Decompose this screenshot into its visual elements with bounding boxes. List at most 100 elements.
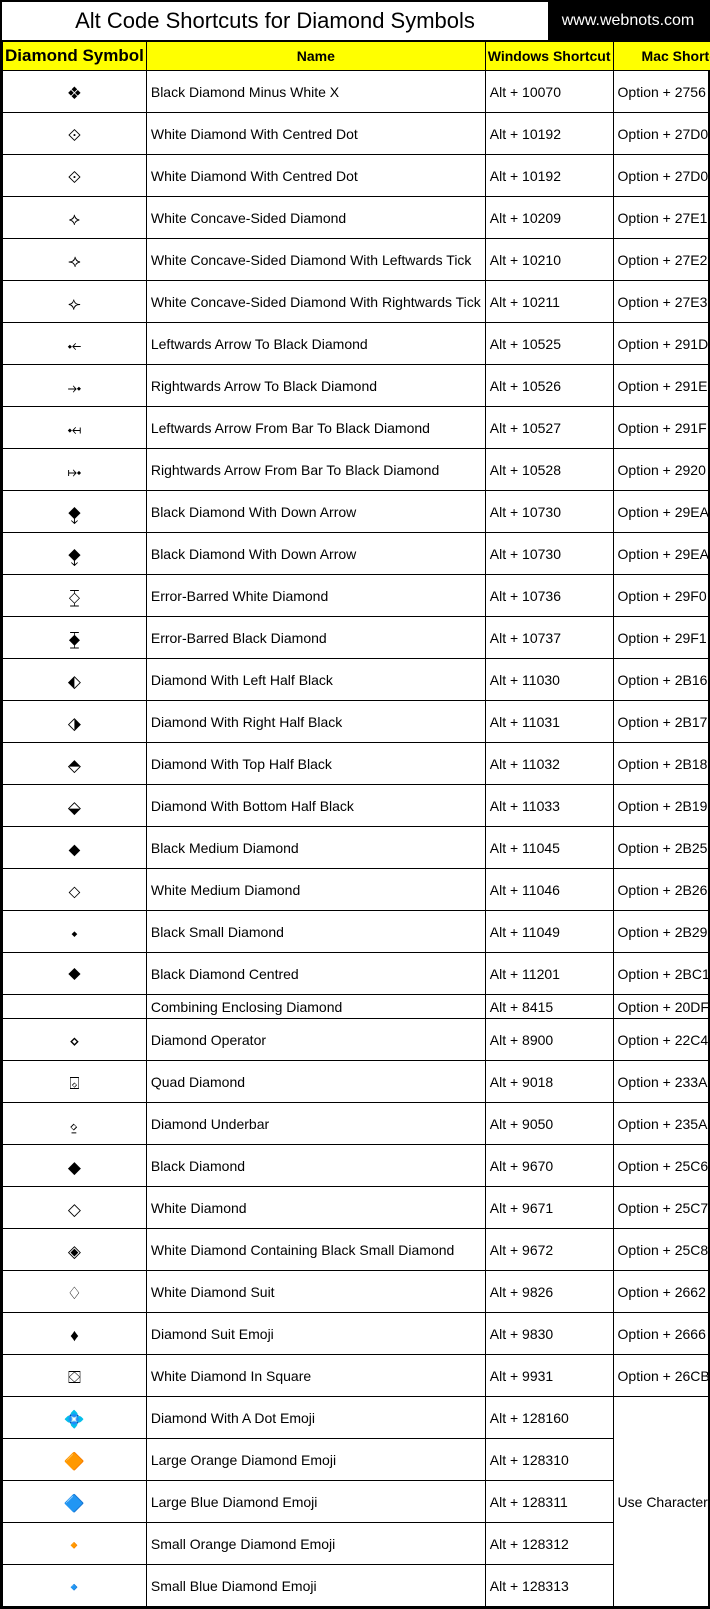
table-row: ⧰Error-Barred White DiamondAlt + 10736Op…: [3, 575, 710, 617]
cell-windows-shortcut: Alt + 10730: [485, 533, 613, 575]
cell-mac-shortcut: Option + 233A: [613, 1061, 710, 1103]
cell-symbol: 🔷: [3, 1481, 147, 1523]
cell-windows-shortcut: Alt + 9050: [485, 1103, 613, 1145]
cell-symbol: ⬖: [3, 659, 147, 701]
cell-mac-shortcut: Option + 27E3: [613, 281, 710, 323]
table-row: ⧪Black Diamond With Down ArrowAlt + 1073…: [3, 533, 710, 575]
cell-mac-shortcut: Option + 27D0: [613, 113, 710, 155]
table-row: ◈White Diamond Containing Black Small Di…: [3, 1229, 710, 1271]
site-label: www.webnots.com: [548, 2, 708, 40]
cell-name: Error-Barred White Diamond: [146, 575, 485, 617]
cell-mac-shortcut: Option + 2BC1: [613, 953, 710, 995]
cell-name: White Diamond Suit: [146, 1271, 485, 1313]
cell-symbol: ◇: [3, 1187, 147, 1229]
cell-windows-shortcut: Alt + 10192: [485, 113, 613, 155]
cell-windows-shortcut: Alt + 11049: [485, 911, 613, 953]
cell-symbol: 🔹: [3, 1565, 147, 1607]
cell-mac-shortcut: Option + 27E1: [613, 197, 710, 239]
cell-windows-shortcut: Alt + 9931: [485, 1355, 613, 1397]
cell-mac-shortcut: Option + 291E: [613, 365, 710, 407]
cell-name: White Concave-Sided Diamond: [146, 197, 485, 239]
cell-windows-shortcut: Alt + 10736: [485, 575, 613, 617]
title-bar: Alt Code Shortcuts for Diamond Symbols w…: [2, 2, 708, 41]
table-row: ⟡White Concave-Sided DiamondAlt + 10209O…: [3, 197, 710, 239]
cell-symbol: ⟡: [3, 197, 147, 239]
cell-name: Diamond With A Dot Emoji: [146, 1397, 485, 1439]
cell-name: Black Diamond: [146, 1145, 485, 1187]
page-title: Alt Code Shortcuts for Diamond Symbols: [2, 2, 548, 40]
cell-windows-shortcut: Alt + 9671: [485, 1187, 613, 1229]
cell-name: White Diamond With Centred Dot: [146, 155, 485, 197]
cell-name: Rightwards Arrow From Bar To Black Diamo…: [146, 449, 485, 491]
cell-mac-shortcut: Option + 2B29: [613, 911, 710, 953]
table-row: 🔸Small Orange Diamond EmojiAlt + 128312: [3, 1523, 710, 1565]
cell-mac-shortcut: Option + 29EA: [613, 491, 710, 533]
cell-mac-shortcut: Option + 2920: [613, 449, 710, 491]
table-body: ❖Black Diamond Minus White XAlt + 10070O…: [3, 71, 710, 1607]
cell-name: Diamond Underbar: [146, 1103, 485, 1145]
cell-symbol: ⬦: [3, 869, 147, 911]
cell-name: Black Diamond Centred: [146, 953, 485, 995]
table-row: 🔷Large Blue Diamond EmojiAlt + 128311: [3, 1481, 710, 1523]
cell-symbol: ◈: [3, 1229, 147, 1271]
cell-mac-shortcut: Option + 29F0: [613, 575, 710, 617]
table-row: ⯁Black Diamond CentredAlt + 11201Option …: [3, 953, 710, 995]
cell-symbol: ⟐: [3, 155, 147, 197]
cell-symbol: 🔶: [3, 1439, 147, 1481]
cell-mac-shortcut: Option + 26CB: [613, 1355, 710, 1397]
table-row: ⤞Rightwards Arrow To Black DiamondAlt + …: [3, 365, 710, 407]
cell-windows-shortcut: Alt + 8415: [485, 995, 613, 1019]
cell-windows-shortcut: Alt + 10528: [485, 449, 613, 491]
cell-mac-shortcut: Option + 2B26: [613, 869, 710, 911]
cell-name: Black Diamond With Down Arrow: [146, 491, 485, 533]
table-row: ⬙Diamond With Bottom Half BlackAlt + 110…: [3, 785, 710, 827]
cell-symbol: ⬩: [3, 911, 147, 953]
cell-name: Large Orange Diamond Emoji: [146, 1439, 485, 1481]
cell-symbol: ⌺: [3, 1061, 147, 1103]
cell-name: Black Diamond Minus White X: [146, 71, 485, 113]
cell-name: Rightwards Arrow To Black Diamond: [146, 365, 485, 407]
cell-name: Small Blue Diamond Emoji: [146, 1565, 485, 1607]
cell-windows-shortcut: Alt + 10737: [485, 617, 613, 659]
table-row: ❖Black Diamond Minus White XAlt + 10070O…: [3, 71, 710, 113]
cell-mac-shortcut: Option + 2B25: [613, 827, 710, 869]
cell-symbol: ⟐: [3, 113, 147, 155]
cell-mac-shortcut: Option + 22C4: [613, 1019, 710, 1061]
cell-name: Quad Diamond: [146, 1061, 485, 1103]
table-row: 🔹Small Blue Diamond EmojiAlt + 128313: [3, 1565, 710, 1607]
cell-symbol: ⟢: [3, 239, 147, 281]
table-row: ◆Black DiamondAlt + 9670Option + 25C6: [3, 1145, 710, 1187]
table-row: ♢White Diamond SuitAlt + 9826Option + 26…: [3, 1271, 710, 1313]
cell-symbol: ⧱: [3, 617, 147, 659]
table-row: ⧪Black Diamond With Down ArrowAlt + 1073…: [3, 491, 710, 533]
cell-windows-shortcut: Alt + 11030: [485, 659, 613, 701]
table-row: ⟐White Diamond With Centred DotAlt + 101…: [3, 155, 710, 197]
cell-symbol: ⋄: [3, 1019, 147, 1061]
cell-windows-shortcut: Alt + 10192: [485, 155, 613, 197]
table-row: ⛋White Diamond In SquareAlt + 9931Option…: [3, 1355, 710, 1397]
cell-symbol: ⟣: [3, 281, 147, 323]
cell-windows-shortcut: Alt + 11046: [485, 869, 613, 911]
cell-mac-shortcut: Option + 29F1: [613, 617, 710, 659]
cell-mac-shortcut: Option + 291D: [613, 323, 710, 365]
cell-name: Diamond Operator: [146, 1019, 485, 1061]
cell-name: White Diamond With Centred Dot: [146, 113, 485, 155]
cell-windows-shortcut: Alt + 11032: [485, 743, 613, 785]
cell-symbol: ⤟: [3, 407, 147, 449]
cell-mac-shortcut: Option + 29EA: [613, 533, 710, 575]
cell-windows-shortcut: Alt + 10527: [485, 407, 613, 449]
cell-symbol: ⛋: [3, 1355, 147, 1397]
table-row: ♦Diamond Suit EmojiAlt + 9830Option + 26…: [3, 1313, 710, 1355]
table-row: ⬩Black Small DiamondAlt + 11049Option + …: [3, 911, 710, 953]
cell-mac-shortcut: Option + 25C6: [613, 1145, 710, 1187]
cell-mac-shortcut: Option + 25C7: [613, 1187, 710, 1229]
table-row: ⧱Error-Barred Black DiamondAlt + 10737Op…: [3, 617, 710, 659]
cell-windows-shortcut: Alt + 11031: [485, 701, 613, 743]
cell-name: White Diamond: [146, 1187, 485, 1229]
cell-mac-merged: Use Character Viewer: [613, 1397, 710, 1607]
cell-mac-shortcut: Option + 291F: [613, 407, 710, 449]
table-row: 🔶Large Orange Diamond EmojiAlt + 128310: [3, 1439, 710, 1481]
cell-symbol: ⍚: [3, 1103, 147, 1145]
table-row: ◇White DiamondAlt + 9671Option + 25C7: [3, 1187, 710, 1229]
cell-symbol: ⧪: [3, 491, 147, 533]
